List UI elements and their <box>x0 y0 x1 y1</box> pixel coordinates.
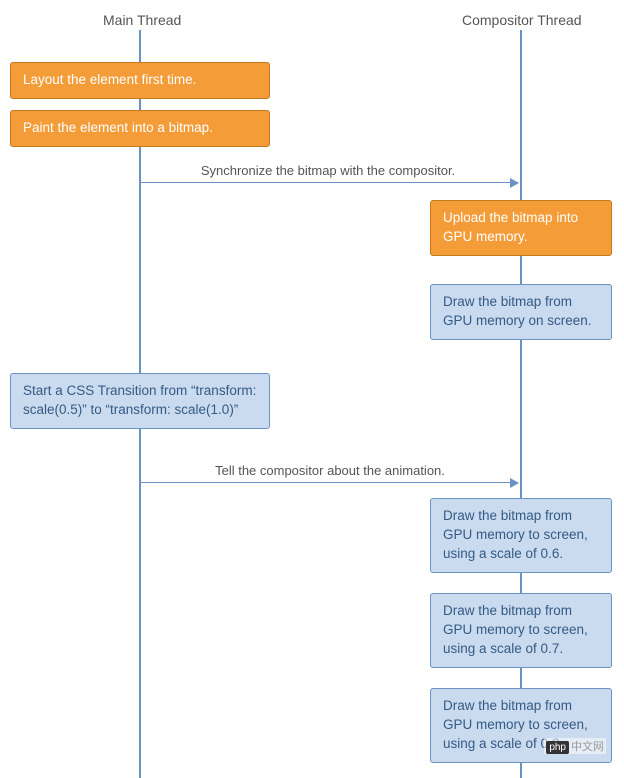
box-layout-element: Layout the element first time. <box>10 62 270 99</box>
box-start-css-transition: Start a CSS Transition from “transform: … <box>10 373 270 429</box>
watermark: php中文网 <box>544 738 606 754</box>
box-draw-bitmap-screen: Draw the bitmap from GPU memory on scree… <box>430 284 612 340</box>
arrow-synchronize <box>140 182 518 183</box>
box-upload-bitmap: Upload the bitmap into GPU memory. <box>430 200 612 256</box>
arrow-tell-compositor <box>140 482 518 483</box>
box-paint-element: Paint the element into a bitmap. <box>10 110 270 147</box>
header-compositor-thread: Compositor Thread <box>462 12 582 28</box>
watermark-text: 中文网 <box>571 741 604 753</box>
arrow-label-tell-compositor: Tell the compositor about the animation. <box>190 463 470 478</box>
header-main-thread: Main Thread <box>103 12 181 28</box>
box-draw-scale-07: Draw the bitmap from GPU memory to scree… <box>430 593 612 668</box>
watermark-logo: php <box>546 741 569 754</box>
arrow-label-synchronize: Synchronize the bitmap with the composit… <box>178 163 478 178</box>
box-draw-scale-06: Draw the bitmap from GPU memory to scree… <box>430 498 612 573</box>
